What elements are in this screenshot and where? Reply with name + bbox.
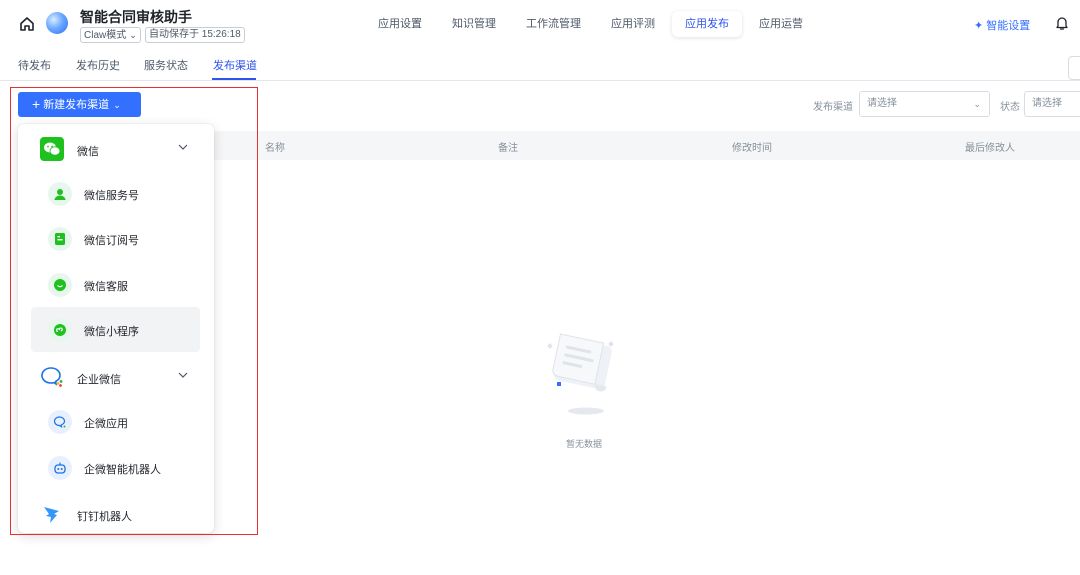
wechat-customer-service-icon — [54, 279, 66, 291]
sub-tabs: 待发布 发布历史 服务状态 发布渠道 — [0, 48, 1080, 80]
wecom-bot-badge — [48, 456, 72, 480]
wecom-app-badge — [48, 410, 72, 434]
group-wecom-label: 企业微信 — [77, 374, 121, 386]
status-filter-placeholder: 请选择 — [1032, 98, 1062, 109]
app-header: 智能合同审核助手 Claw模式 ⌄ 自动保存于 15:26:18 应用设置 知识管… — [0, 0, 1080, 48]
item-label: 微信订阅号 — [84, 235, 139, 247]
item-label: 微信小程序 — [84, 326, 139, 338]
item-wechat-customer-service[interactable]: 微信客服 — [31, 262, 200, 307]
smart-settings-label: 智能设置 — [986, 20, 1031, 32]
column-header-remark: 备注 — [498, 143, 518, 154]
wecom-app-icon — [53, 416, 66, 429]
group-wechat[interactable]: 微信 — [18, 127, 214, 169]
wechat-subscription-badge — [48, 227, 72, 251]
nav-tab-evaluation[interactable]: 应用评测 — [598, 11, 668, 37]
group-wecom[interactable]: 企业微信 — [18, 355, 214, 397]
item-wechat-service-account[interactable]: 微信服务号 — [31, 171, 200, 216]
sub-tab-history[interactable]: 发布历史 — [76, 57, 120, 73]
chevron-down-icon — [178, 372, 188, 378]
wechat-mini-program-badge — [48, 318, 72, 342]
empty-state-illustration — [547, 333, 614, 415]
item-label: 企微应用 — [84, 418, 128, 430]
channel-filter-placeholder: 请选择 — [867, 98, 897, 109]
new-channel-button[interactable]: + 新建发布渠道 ⌄ — [18, 92, 141, 117]
column-header-name: 名称 — [265, 143, 285, 154]
item-label: 微信客服 — [84, 281, 128, 293]
wechat-service-account-badge — [48, 182, 72, 206]
nav-tab-workflow[interactable]: 工作流管理 — [513, 11, 594, 37]
chevron-down-icon: ⌄ — [129, 30, 137, 40]
new-channel-dropdown: 微信 微信服务号 微信订阅号 微信客服 微信小程序 企业微信 企微应用 企微智能… — [18, 124, 214, 533]
divider — [0, 80, 1080, 81]
channel-filter-select[interactable]: 请选择 ⌄ — [859, 91, 990, 117]
sub-tab-channels[interactable]: 发布渠道 — [213, 57, 257, 73]
smart-settings-button[interactable]: ✦ 智能设置 — [974, 17, 1030, 33]
item-label: 微信服务号 — [84, 190, 139, 202]
nav-tab-app-settings[interactable]: 应用设置 — [365, 11, 435, 37]
group-dingtalk-label: 钉钉机器人 — [77, 511, 132, 523]
item-label: 企微智能机器人 — [84, 464, 161, 476]
channel-filter-label: 发布渠道 — [813, 102, 853, 113]
item-wecom-app[interactable]: 企微应用 — [31, 399, 200, 444]
new-channel-label: 新建发布渠道 — [43, 99, 110, 111]
status-filter-label: 状态 — [1000, 102, 1020, 113]
chevron-down-icon: ⌄ — [973, 99, 981, 109]
item-wechat-mini-program[interactable]: 微信小程序 — [31, 307, 200, 352]
bell-icon[interactable] — [1055, 15, 1069, 31]
status-filter-select[interactable]: 请选择 — [1024, 91, 1080, 117]
wecom-bot-icon — [54, 462, 66, 474]
plus-icon: + — [32, 96, 41, 112]
chevron-down-icon: ⌄ — [113, 100, 121, 110]
sub-tab-pending[interactable]: 待发布 — [18, 57, 51, 73]
group-wechat-label: 微信 — [77, 146, 99, 158]
mode-select[interactable]: Claw模式 ⌄ — [80, 27, 141, 43]
empty-state-text: 暂无数据 — [566, 439, 603, 449]
dingtalk-icon — [44, 507, 59, 523]
column-header-modified-time: 修改时间 — [732, 143, 772, 154]
item-wecom-bot[interactable]: 企微智能机器人 — [31, 445, 200, 490]
column-header-last-modifier: 最后修改人 — [965, 143, 1015, 154]
wechat-icon — [40, 137, 64, 161]
sparkle-icon: ✦ — [974, 20, 984, 32]
top-nav: 应用设置 知识管理 工作流管理 应用评测 应用发布 应用运营 — [365, 11, 820, 37]
chevron-down-icon — [178, 144, 188, 150]
mode-label: Claw模式 — [84, 30, 127, 41]
toolbar-action-button[interactable] — [1068, 56, 1080, 80]
home-icon[interactable] — [18, 15, 36, 33]
nav-tab-publish[interactable]: 应用发布 — [672, 11, 742, 37]
nav-tab-operations[interactable]: 应用运营 — [746, 11, 816, 37]
wecom-icon — [41, 367, 63, 387]
app-logo — [46, 12, 68, 34]
wechat-customer-service-badge — [48, 273, 72, 297]
nav-tab-knowledge[interactable]: 知识管理 — [439, 11, 509, 37]
sub-tab-service-status[interactable]: 服务状态 — [144, 57, 188, 73]
wechat-service-account-icon — [54, 189, 66, 200]
autosave-status: 自动保存于 15:26:18 — [145, 27, 245, 43]
group-dingtalk[interactable]: 钉钉机器人 — [18, 492, 214, 534]
app-title: 智能合同审核助手 — [80, 9, 192, 25]
wechat-subscription-icon — [55, 233, 65, 245]
wechat-mini-program-icon — [54, 324, 66, 336]
item-wechat-subscription[interactable]: 微信订阅号 — [31, 216, 200, 261]
